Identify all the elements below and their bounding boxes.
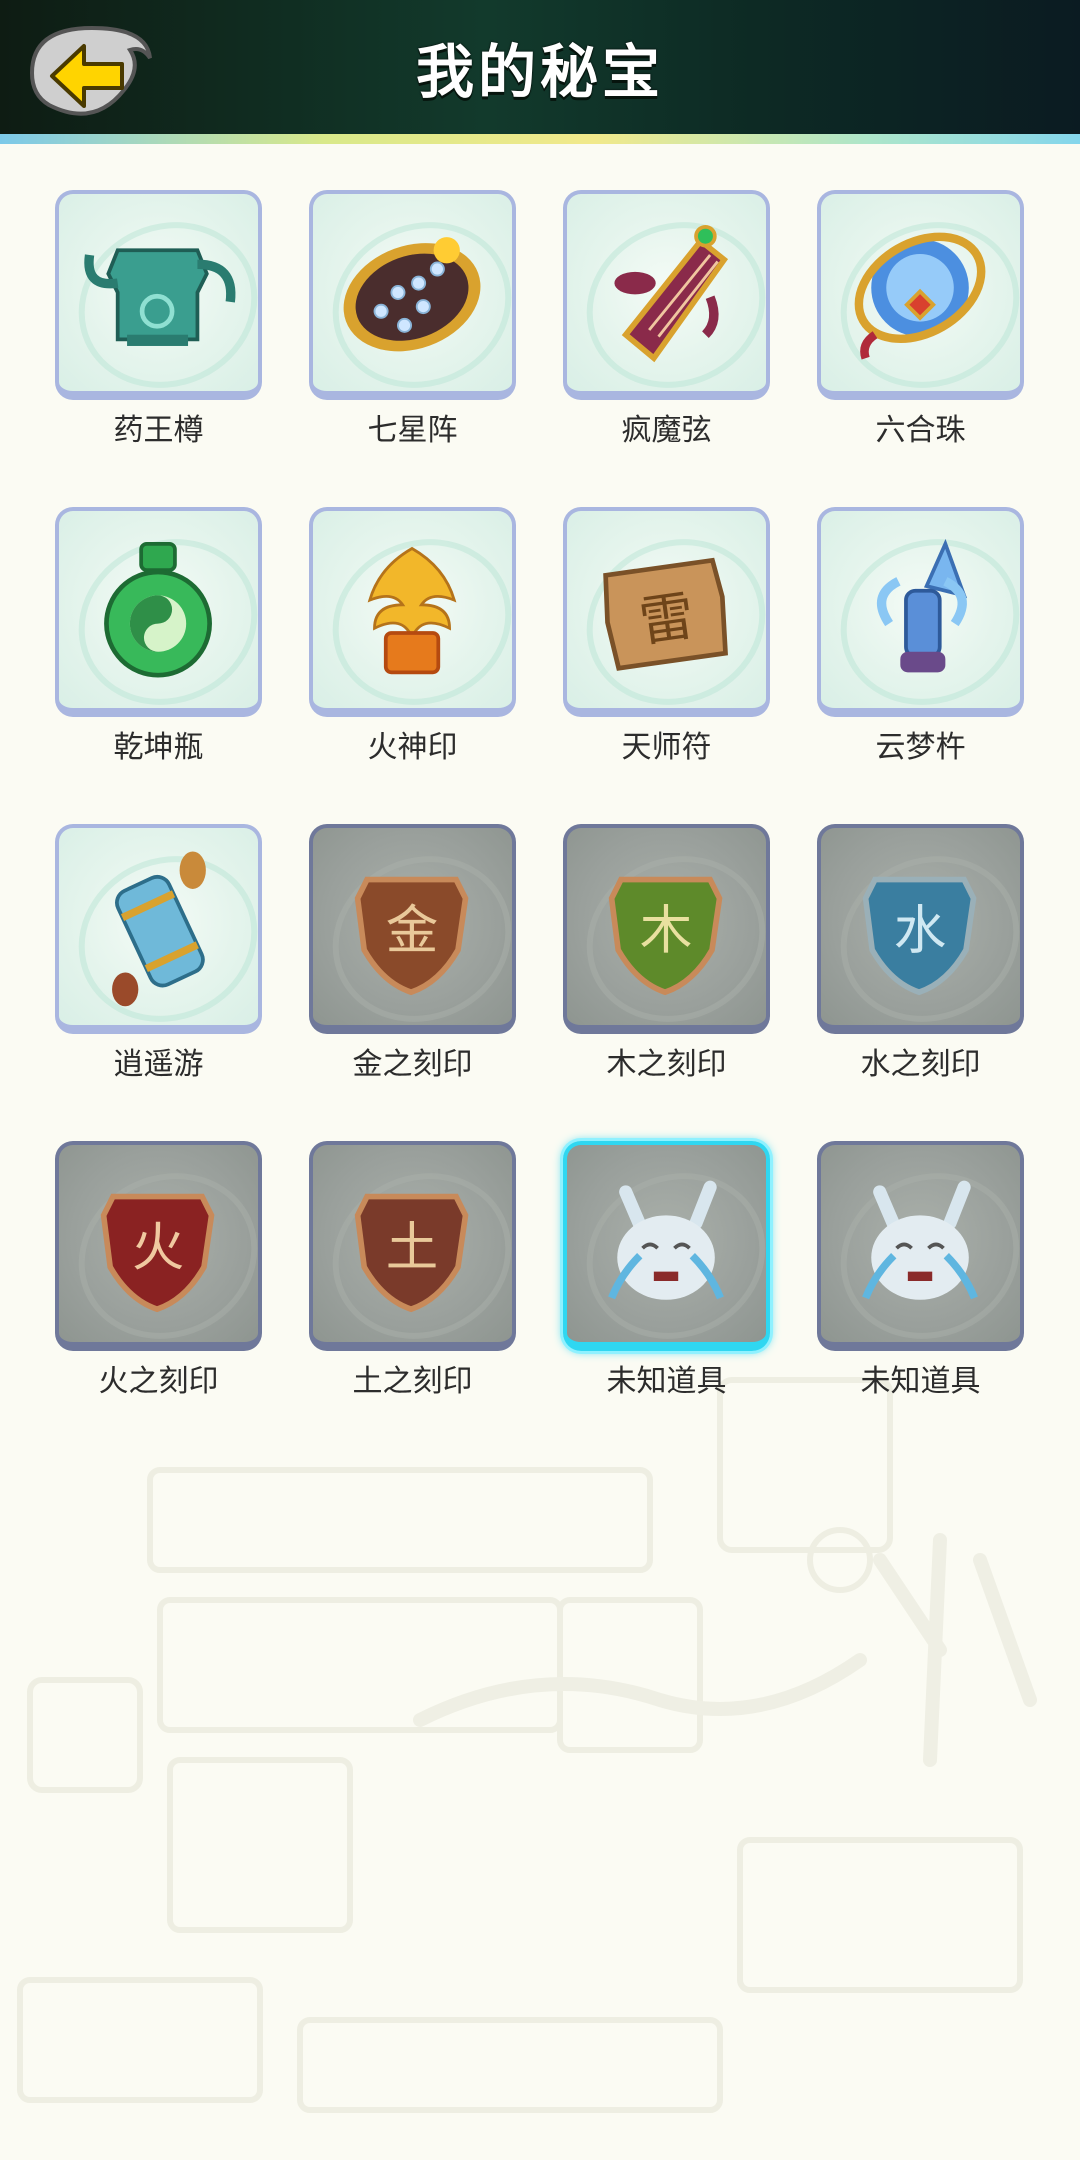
jade-vessel-icon: [84, 248, 236, 346]
treasure-tile[interactable]: [55, 507, 262, 717]
svg-text:木: 木: [640, 900, 693, 961]
wood-seal-icon: 木: [608, 876, 723, 996]
treasure-label: 水之刻印: [860, 1047, 981, 1082]
treasure-tile[interactable]: [817, 190, 1024, 400]
treasure-tile-locked[interactable]: 水: [817, 824, 1024, 1034]
treasure-label: 逍遥游: [113, 1047, 204, 1082]
treasure-item[interactable]: 疯魔弦: [563, 190, 770, 452]
treasure-label: 土之刻印: [352, 1364, 473, 1399]
header-stripe: [0, 134, 1080, 144]
back-button[interactable]: [22, 18, 162, 128]
treasure-label: 云梦杵: [875, 730, 966, 765]
treasure-tile-locked[interactable]: 金: [309, 824, 516, 1034]
treasure-tile-locked[interactable]: 火: [55, 1141, 262, 1351]
yin-yang-bottle-icon: [104, 541, 212, 678]
treasure-label: 乾坤瓶: [113, 730, 204, 765]
orb-ring-icon: [854, 232, 986, 360]
treasure-item[interactable]: 火神印: [309, 507, 516, 769]
treasure-label: 未知道具: [606, 1364, 727, 1399]
treasure-label: 金之刻印: [352, 1047, 473, 1082]
treasure-label: 药王樽: [113, 413, 204, 448]
treasure-tile-locked[interactable]: 土: [309, 1141, 516, 1351]
treasure-item[interactable]: 未知道具: [563, 1141, 770, 1403]
treasure-label: 木之刻印: [606, 1047, 727, 1082]
svg-text:雷: 雷: [635, 584, 698, 654]
svg-text:金: 金: [386, 900, 439, 961]
svg-text:火: 火: [132, 1217, 185, 1278]
treasure-tile-locked[interactable]: [817, 1141, 1024, 1351]
svg-text:水: 水: [894, 900, 947, 961]
treasure-tile[interactable]: [563, 190, 770, 400]
page-title: 我的秘宝: [415, 38, 664, 106]
treasure-label: 六合珠: [875, 413, 966, 448]
seven-star-disc-icon: [343, 237, 481, 352]
treasure-tile[interactable]: [817, 507, 1024, 717]
crying-spirit-icon: [608, 1180, 724, 1300]
treasure-item[interactable]: 水 水之刻印: [817, 824, 1024, 1086]
treasure-item[interactable]: 六合珠: [817, 190, 1024, 452]
cloud-pestle-icon: [876, 538, 968, 673]
treasure-label: 天师符: [621, 730, 712, 765]
treasure-item[interactable]: 金 金之刻印: [309, 824, 516, 1086]
crying-spirit-icon: [862, 1180, 978, 1300]
treasure-label: 疯魔弦: [621, 413, 712, 448]
treasure-tile[interactable]: [309, 190, 516, 400]
treasure-item[interactable]: 土 土之刻印: [309, 1141, 516, 1403]
treasure-item[interactable]: 未知道具: [817, 1141, 1024, 1403]
treasure-label: 火神印: [367, 730, 458, 765]
treasure-item[interactable]: 药王樽: [55, 190, 262, 452]
water-seal-icon: 水: [862, 876, 977, 996]
treasure-label: 火之刻印: [98, 1364, 219, 1399]
svg-text:土: 土: [386, 1217, 439, 1278]
phoenix-seal-icon: [367, 546, 457, 675]
treasure-item[interactable]: 逍遥游: [55, 824, 262, 1086]
demon-zither-icon: [614, 224, 729, 363]
treasure-tile[interactable]: 雷: [563, 507, 770, 717]
treasure-item[interactable]: 火 火之刻印: [55, 1141, 262, 1403]
treasure-item[interactable]: 云梦杵: [817, 507, 1024, 769]
treasure-item[interactable]: 雷 天师符: [563, 507, 770, 769]
treasure-item[interactable]: 木 木之刻印: [563, 824, 770, 1086]
earth-seal-icon: 土: [354, 1193, 469, 1313]
treasure-tile-locked[interactable]: 木: [563, 824, 770, 1034]
fire-seal-icon: 火: [100, 1193, 215, 1313]
treasure-tile[interactable]: [55, 190, 262, 400]
treasure-tile[interactable]: [309, 507, 516, 717]
metal-seal-icon: 金: [354, 876, 469, 996]
back-arrow-icon: [29, 25, 152, 116]
scroll-icon: [112, 851, 206, 1007]
treasure-grid: 药王樽 七星阵 疯魔弦 六合珠 乾坤瓶 火神印 雷 天师符 云梦杵 逍遥游 金 …: [55, 190, 1025, 1403]
treasure-tile-selected[interactable]: [563, 1141, 770, 1351]
treasure-item[interactable]: 七星阵: [309, 190, 516, 452]
treasure-tile[interactable]: [55, 824, 262, 1034]
treasure-label: 未知道具: [860, 1364, 981, 1399]
talisman-tablet-icon: 雷: [603, 557, 728, 671]
treasure-label: 七星阵: [367, 413, 458, 448]
treasure-item[interactable]: 乾坤瓶: [55, 507, 262, 769]
